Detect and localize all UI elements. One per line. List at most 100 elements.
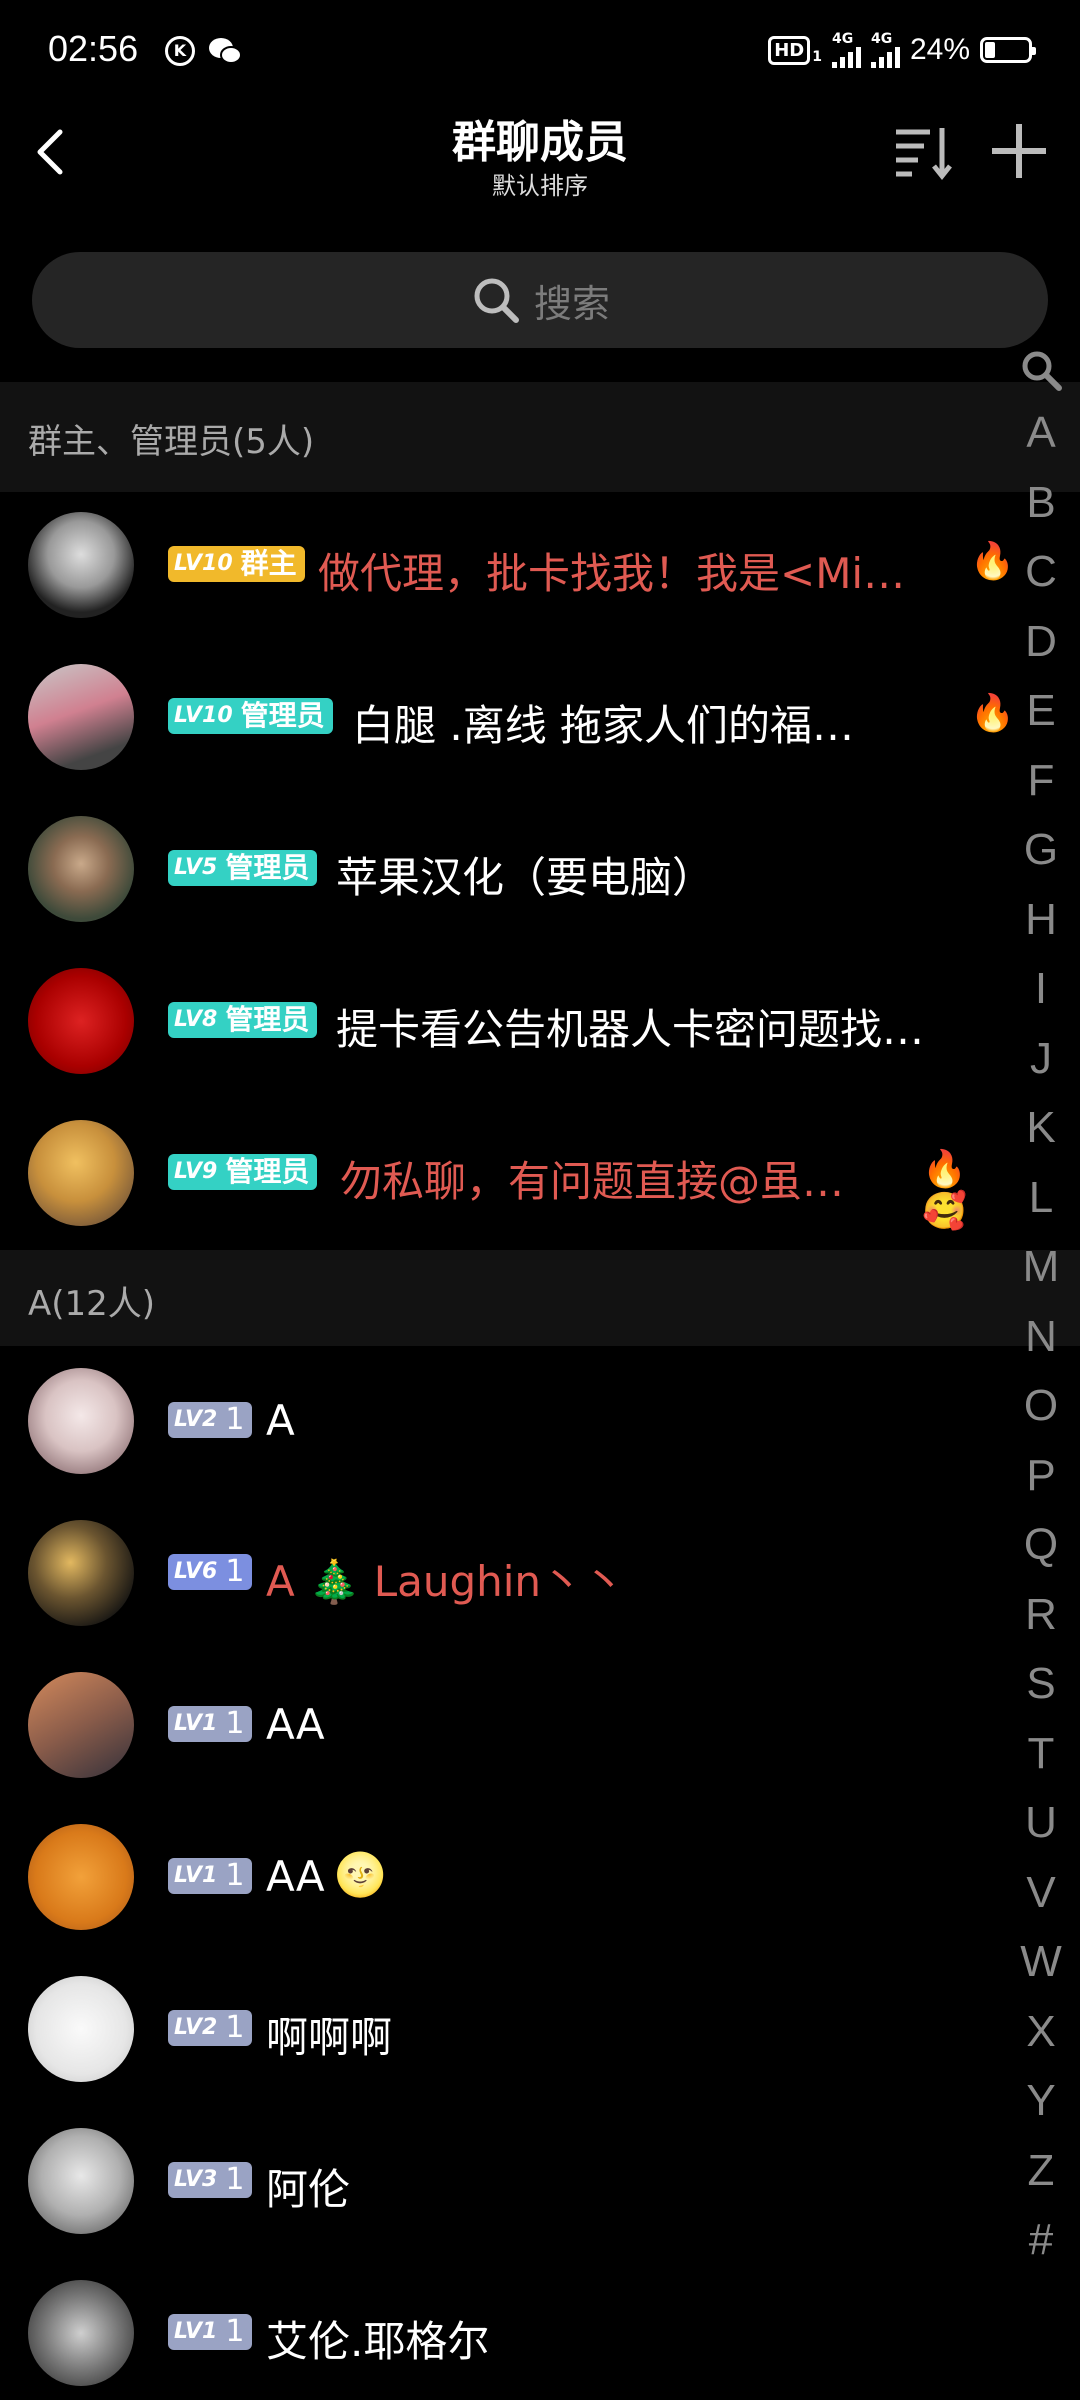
member-name: 做代理，批卡找我！我是<Mi… xyxy=(318,549,906,598)
index-letter[interactable]: V xyxy=(1016,1858,1066,1928)
index-letter[interactable]: N xyxy=(1016,1302,1066,1372)
level-badge: LV3 1 xyxy=(168,2162,253,2198)
member-row[interactable]: LV3 1 阿伦 xyxy=(0,2106,1000,2258)
level-badge: LV6 1 xyxy=(168,1554,253,1590)
battery-icon xyxy=(980,37,1036,63)
role-label: 管理员 xyxy=(225,851,310,884)
hd-sub: 1 xyxy=(812,49,822,65)
member-name: AA xyxy=(266,1852,325,1901)
level-label: LV5 xyxy=(174,855,218,880)
tag-label: 1 xyxy=(225,2162,245,2197)
member-name: 苹果汉化（要电脑） xyxy=(336,853,715,902)
battery-percent: 24% xyxy=(909,33,970,66)
k-app-icon: K xyxy=(165,36,195,66)
index-letter[interactable]: U xyxy=(1016,1788,1066,1858)
avatar[interactable] xyxy=(28,1672,134,1778)
member-row[interactable]: LV1 1 AA xyxy=(0,1650,1000,1802)
alphabet-index[interactable]: A B C D E F G H I J K L M N O P Q R S T … xyxy=(1016,348,1066,2275)
index-letter[interactable]: S xyxy=(1016,1649,1066,1719)
level-label: LV1 xyxy=(174,2319,218,2344)
index-letter[interactable]: K xyxy=(1016,1093,1066,1163)
avatar[interactable] xyxy=(28,2280,134,2386)
avatar[interactable] xyxy=(28,664,134,770)
level-label: LV2 xyxy=(174,1407,218,1432)
member-row[interactable]: LV6 1 A 🎄 Laughin丶丶 xyxy=(0,1498,1000,1650)
index-letter[interactable]: R xyxy=(1016,1580,1066,1650)
member-name: A xyxy=(266,1396,295,1445)
level-label: LV3 xyxy=(174,2167,218,2192)
index-letter[interactable]: # xyxy=(1016,2205,1066,2275)
member-row[interactable]: LV9 管理员 勿私聊，有问题直接@虽… 🔥🥰 xyxy=(0,1098,1000,1250)
avatar[interactable] xyxy=(28,816,134,922)
index-letter[interactable]: J xyxy=(1016,1024,1066,1094)
role-badge: LV10 群主 xyxy=(168,546,305,582)
avatar[interactable] xyxy=(28,1120,134,1226)
role-badge: LV10 管理员 xyxy=(168,698,333,734)
index-letter[interactable]: X xyxy=(1016,1997,1066,2067)
status-time: 02:56 xyxy=(48,28,139,69)
member-row[interactable]: LV8 管理员 提卡看公告机器人卡密问题找… xyxy=(0,946,1000,1098)
add-member-icon[interactable] xyxy=(986,118,1052,184)
member-name: 提卡看公告机器人卡密问题找… xyxy=(336,1005,925,1054)
index-letter[interactable]: G xyxy=(1016,815,1066,885)
index-letter[interactable]: O xyxy=(1016,1371,1066,1441)
member-name: 勿私聊，有问题直接@虽… xyxy=(340,1157,845,1206)
role-label: 管理员 xyxy=(225,1155,310,1188)
member-row[interactable]: LV10 群主 做代理，批卡找我！我是<Mi… 🔥 xyxy=(0,490,1015,642)
member-name: 啊啊啊 xyxy=(266,2013,393,2062)
index-letter[interactable]: E xyxy=(1016,676,1066,746)
fire-icon: 🔥🥰 xyxy=(922,1149,967,1232)
member-row[interactable]: LV1 1 AA 🌝 xyxy=(0,1802,1000,1954)
avatar[interactable] xyxy=(28,1368,134,1474)
index-letter[interactable]: M xyxy=(1016,1232,1066,1302)
avatar[interactable] xyxy=(28,2128,134,2234)
member-row[interactable]: LV2 1 啊啊啊 xyxy=(0,1954,1000,2106)
index-letter[interactable]: L xyxy=(1016,1163,1066,1233)
avatar[interactable] xyxy=(28,512,134,618)
index-search-icon[interactable] xyxy=(1019,348,1063,392)
search-placeholder: 搜索 xyxy=(533,281,610,326)
index-letter[interactable]: P xyxy=(1016,1441,1066,1511)
member-row[interactable]: LV1 1 艾伦.耶格尔 xyxy=(0,2258,1000,2400)
member-row[interactable]: LV2 1 A xyxy=(0,1346,1000,1498)
nav-header: 群聊成员 默认排序 xyxy=(0,100,1080,220)
section-title-admins: 群主、管理员(5人) xyxy=(28,422,315,462)
level-label: LV10 xyxy=(174,551,233,576)
level-label: LV1 xyxy=(174,1863,218,1888)
index-letter[interactable]: D xyxy=(1016,607,1066,677)
index-letter[interactable]: F xyxy=(1016,746,1066,816)
avatar[interactable] xyxy=(28,1976,134,2082)
index-letter[interactable]: I xyxy=(1016,954,1066,1024)
index-letter[interactable]: Q xyxy=(1016,1510,1066,1580)
signal-icon-1: 4G xyxy=(831,32,861,68)
level-badge: LV1 1 xyxy=(168,1706,253,1742)
member-row[interactable]: LV5 管理员 苹果汉化（要电脑） xyxy=(0,794,1000,946)
index-letter[interactable]: H xyxy=(1016,885,1066,955)
search-input[interactable]: 搜索 xyxy=(32,252,1048,348)
network-type-2: 4G xyxy=(870,31,893,47)
sort-icon[interactable] xyxy=(890,118,956,184)
moon-face-icon: 🌝 xyxy=(334,1850,387,1899)
index-letter[interactable]: Y xyxy=(1016,2066,1066,2136)
level-badge: LV2 1 xyxy=(168,1402,253,1438)
avatar[interactable] xyxy=(28,1824,134,1930)
role-label: 管理员 xyxy=(225,1003,310,1036)
role-badge: LV9 管理员 xyxy=(168,1154,318,1190)
level-label: LV2 xyxy=(174,2015,218,2040)
index-letter[interactable]: Z xyxy=(1016,2136,1066,2206)
level-badge: LV1 1 xyxy=(168,1858,253,1894)
index-letter[interactable]: T xyxy=(1016,1719,1066,1789)
avatar[interactable] xyxy=(28,968,134,1074)
role-label: 群主 xyxy=(240,547,297,580)
search-icon xyxy=(474,278,519,323)
avatar[interactable] xyxy=(28,1520,134,1626)
member-name: A 🎄 Laughin丶丶 xyxy=(266,1557,626,1606)
section-title-a: A(12人) xyxy=(28,1284,156,1324)
index-letter[interactable]: C xyxy=(1016,537,1066,607)
index-letter[interactable]: W xyxy=(1016,1927,1066,1997)
index-letter[interactable]: A xyxy=(1016,398,1066,468)
signal-icon-2: 4G xyxy=(870,31,900,68)
member-row[interactable]: LV10 管理员 白腿 .离线 拖家人们的福… 🔥 xyxy=(0,642,1015,794)
index-letter[interactable]: B xyxy=(1016,468,1066,538)
tag-label: 1 xyxy=(225,1402,245,1437)
